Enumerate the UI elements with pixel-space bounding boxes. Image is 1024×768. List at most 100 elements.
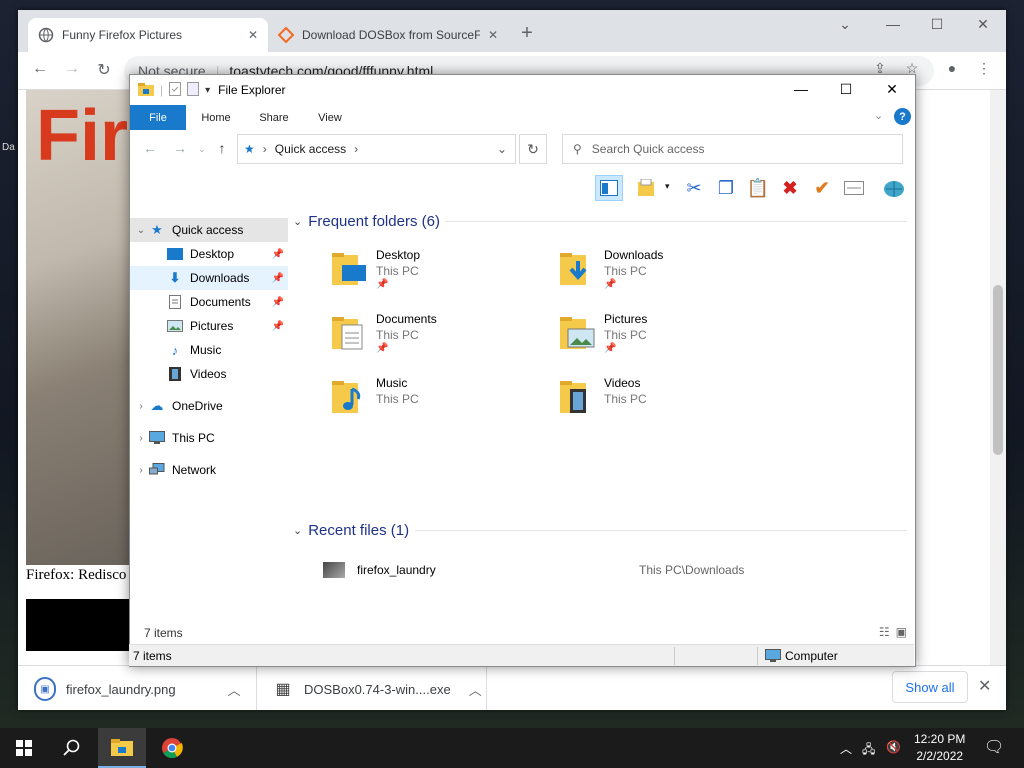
nav-onedrive[interactable]: › ☁ OneDrive [130,394,288,418]
chrome-icon [162,738,183,759]
large-icons-view-icon[interactable]: ▣ [896,625,907,639]
nav-this-pc[interactable]: › This PC [130,426,288,450]
notifications-icon[interactable]: 🗨 [984,737,1004,757]
close-tab-icon[interactable]: ✕ [488,28,498,42]
network-status-icon[interactable]: 🖧 [862,740,875,761]
image-file-icon: ▣ [34,677,56,701]
close-tab-icon[interactable]: ✕ [248,28,258,42]
back-icon[interactable]: ← [140,140,160,156]
nav-videos[interactable]: Videos [130,362,288,386]
download-item-png[interactable]: ▣ firefox_laundry.png ︿ [34,675,241,703]
folder-tile-documents[interactable]: Documents This PC 📌 [330,309,540,367]
recent-locations-icon[interactable]: ⌄ [192,144,212,155]
minimize-button[interactable]: — [878,16,908,32]
explorer-close-button[interactable]: ✕ [872,81,912,98]
nav-downloads[interactable]: ⬇ Downloads 📌 [130,266,288,290]
chevron-right-icon[interactable]: › [134,433,148,444]
properties-icon[interactable] [169,81,182,99]
rename-check-icon[interactable]: ✔ [808,175,836,201]
copy-icon[interactable]: ❐ [712,175,740,201]
ribbon-tab-share[interactable]: Share [250,105,298,130]
close-shelf-icon[interactable]: ✕ [978,676,991,696]
search-button[interactable] [48,728,96,768]
help-icon[interactable]: ? [894,108,911,125]
nav-desktop[interactable]: Desktop 📌 [130,242,288,266]
chevron-up-icon[interactable]: ︿ [228,680,241,699]
new-item-icon[interactable] [633,175,661,201]
frequent-folders-header[interactable]: ⌄ Frequent folders (6) [293,209,440,233]
breadcrumb-chevron-icon[interactable]: › [354,142,358,156]
folder-tile-videos[interactable]: Videos This PC [558,373,768,431]
download-item-exe[interactable]: ▦ DOSBox0.74-3-win....exe ︿ [272,675,482,703]
nav-music[interactable]: ♪ Music [130,338,288,362]
taskbar-file-explorer[interactable] [98,728,146,768]
show-hidden-icons-icon[interactable]: ︿ [840,740,852,757]
globe-icon [38,27,54,43]
desktop-icon-label[interactable]: Da [2,142,15,153]
recent-files-header[interactable]: ⌄ Recent files (1) [293,518,409,542]
tab-dosbox[interactable]: Download DOSBox from SourceF ✕ [268,18,508,52]
chevron-right-icon[interactable]: › [134,465,148,476]
menu-dots-icon[interactable]: ⋮ [972,60,996,77]
system-clock[interactable]: 12:20 PM 2/2/2022 [914,731,965,765]
pin-icon: 📌 [271,320,284,332]
tab-search-icon[interactable]: ⌄ [830,16,860,33]
ribbon-tab-view[interactable]: View [306,105,354,130]
reload-icon[interactable]: ↻ [92,60,116,80]
tab-funny-firefox[interactable]: Funny Firefox Pictures ✕ [28,18,268,52]
profile-avatar-icon[interactable]: ● [940,60,964,76]
explorer-minimize-button[interactable]: — [781,81,821,97]
ribbon-tab-file[interactable]: File [130,105,186,130]
start-button[interactable] [0,728,48,768]
recent-file-row[interactable]: firefox_laundry This PC\Downloads [323,559,883,581]
nav-documents[interactable]: Documents 📌 [130,290,288,314]
taskbar-chrome[interactable] [148,728,196,768]
forward-icon[interactable]: → [170,140,190,156]
ribbon-tab-home[interactable]: Home [192,105,240,130]
preview-pane-icon[interactable] [595,175,623,201]
nav-pictures[interactable]: Pictures 📌 [130,314,288,338]
folder-tile-music[interactable]: Music This PC [330,373,540,431]
close-window-button[interactable]: ✕ [968,16,998,33]
refresh-button[interactable]: ↻ [519,134,547,164]
show-all-button[interactable]: Show all [892,671,968,703]
details-view-icon[interactable]: ☷ [879,625,890,639]
nav-label: Desktop [190,247,235,261]
new-folder-icon[interactable] [187,81,200,99]
folder-tile-downloads[interactable]: Downloads This PC 📌 [558,245,768,303]
properties-icon[interactable] [840,175,868,201]
tab-strip: Funny Firefox Pictures ✕ Download DOSBox… [18,10,1006,52]
folder-tile-pictures[interactable]: Pictures This PC 📌 [558,309,768,367]
pin-icon: 📌 [376,343,389,354]
nav-quick-access[interactable]: ⌄ ★ Quick access [130,218,288,242]
delete-icon[interactable]: ✖ [776,175,804,201]
search-input[interactable]: ⚲ Search Quick access [562,134,903,164]
new-item-dropdown-icon[interactable]: ▾ [665,181,670,192]
expand-ribbon-icon[interactable]: ⌄ [874,109,883,122]
chevron-up-icon[interactable]: ︿ [469,680,482,699]
cut-icon[interactable]: ✂ [680,175,708,201]
maximize-button[interactable]: ☐ [922,16,952,33]
nav-network[interactable]: › Network [130,458,288,482]
address-dropdown-icon[interactable]: ⌄ [497,142,507,156]
nav-label: OneDrive [172,399,223,413]
new-tab-button[interactable]: + [512,22,542,45]
page-scrollbar[interactable] [990,90,1006,665]
back-icon[interactable]: ← [28,60,52,78]
up-icon[interactable]: ↑ [212,140,232,156]
breadcrumb-quick-access[interactable]: Quick access [275,142,346,156]
scroll-thumb[interactable] [993,285,1003,455]
shell-icon[interactable] [880,175,908,201]
customize-toolbar-dropdown-icon[interactable]: ▾ [205,85,210,96]
forward-icon[interactable]: → [60,60,84,78]
chevron-right-icon[interactable]: › [134,401,148,412]
address-bar[interactable]: ★ › Quick access › ⌄ [237,134,516,164]
paste-icon[interactable]: 📋 [744,175,772,201]
explorer-maximize-button[interactable]: ☐ [826,81,866,98]
chevron-down-icon[interactable]: ⌄ [134,225,148,236]
folder-tile-desktop[interactable]: Desktop This PC 📌 [330,245,540,303]
volume-muted-icon[interactable]: 🔇 [886,740,901,754]
chevron-down-icon[interactable]: ⌄ [293,524,302,537]
chevron-down-icon[interactable]: ⌄ [293,215,302,228]
group-title: Recent files (1) [308,521,410,539]
